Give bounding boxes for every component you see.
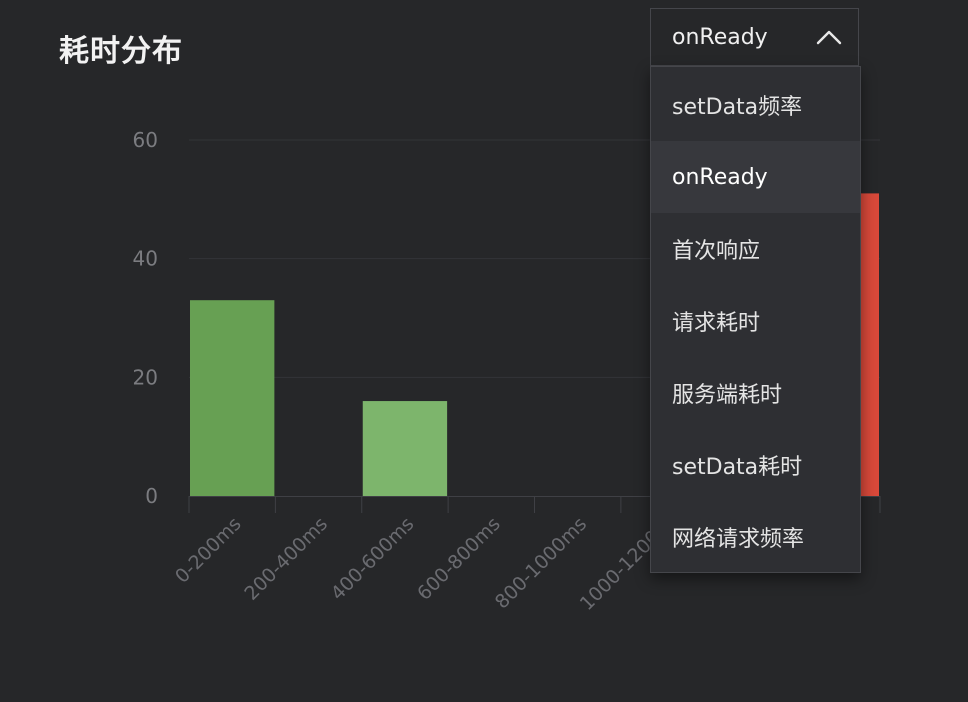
x-tick-label: 200-400ms [240,513,332,605]
dropdown-item-onready[interactable]: onReady [651,141,860,213]
y-tick-label: 0 [145,484,158,508]
y-axis-ticks: 0 20 40 60 [133,128,158,508]
x-tick-label: 400-600ms [327,513,419,605]
dropdown-item-network-request-frequency[interactable]: 网络请求频率 [651,501,860,573]
y-tick-label: 60 [133,128,158,152]
dropdown-item-setdata-frequency[interactable]: setData频率 [651,69,860,141]
chevron-up-icon [816,30,842,45]
metric-dropdown-menu: setData频率 onReady 首次响应 请求耗时 服务端耗时 setDat… [650,66,861,573]
bar-0-200ms[interactable] [190,300,275,496]
metric-select[interactable]: onReady [650,8,859,66]
dropdown-item-server-time[interactable]: 服务端耗时 [651,357,860,429]
dropdown-item-request-time[interactable]: 请求耗时 [651,285,860,357]
dropdown-item-first-response[interactable]: 首次响应 [651,213,860,285]
metric-select-value: onReady [672,24,768,50]
x-tick-label: 0-200ms [171,513,246,588]
y-tick-label: 40 [133,247,158,271]
dropdown-item-setdata-time[interactable]: setData耗时 [651,429,860,501]
bar-400-600ms[interactable] [362,401,448,496]
y-tick-label: 20 [133,365,158,389]
x-tick-label: 600-800ms [413,513,505,605]
